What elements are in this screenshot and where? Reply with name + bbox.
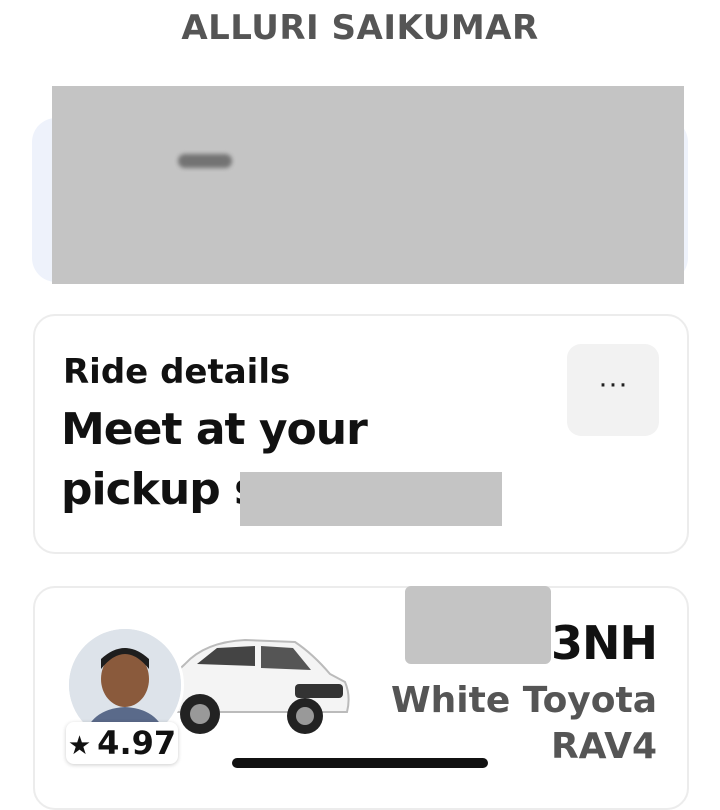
page-title: ALLURI SAIKUMAR [181,8,539,48]
redacted-region [52,86,684,284]
blurred-mark [178,154,232,168]
vehicle-description: White Toyota RAV4 [390,680,657,767]
star-icon: ★ [67,731,92,761]
redacted-plate [405,586,551,664]
redacted-address [240,472,502,526]
ride-details-label: Ride details [63,352,291,392]
driver-rating: ★ 4.97 [66,722,178,764]
more-options-button[interactable]: ··· [567,344,659,436]
ellipsis-icon: ··· [598,367,628,400]
home-indicator[interactable] [232,758,488,768]
rating-value: 4.97 [97,724,177,762]
